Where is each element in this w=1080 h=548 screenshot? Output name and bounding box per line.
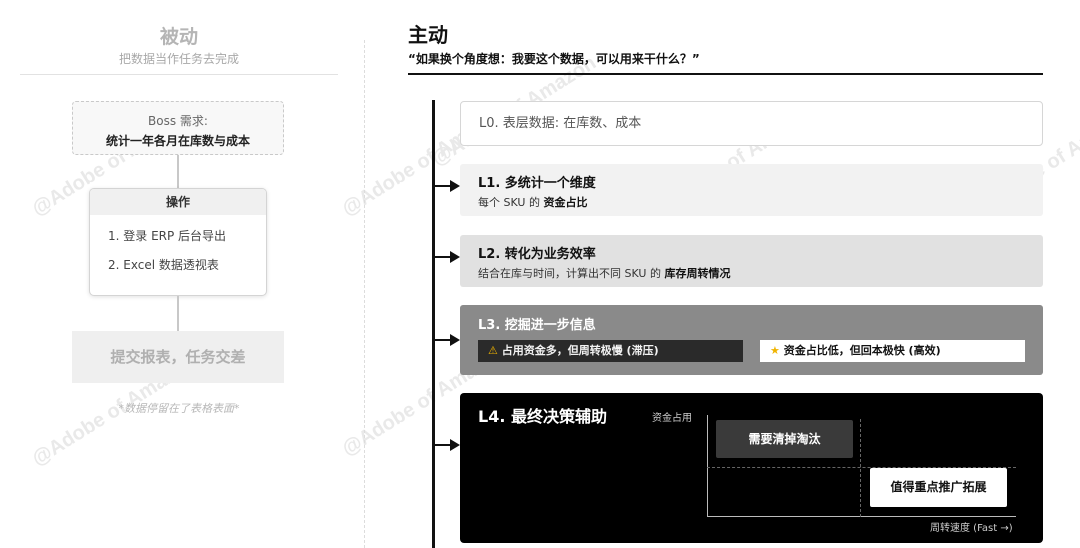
level-3-box: L3. 挖掘进一步信息 ⚠ 占用资金多，但周转极慢 (滞压) ★ 资金占比低，但… [460, 305, 1043, 375]
level-2-highlight: 库存周转情况 [664, 267, 731, 280]
passive-subtitle: 把数据当作任务去完成 [118, 52, 239, 66]
level-0-box: L0. 表层数据: 在库数、成本 [460, 101, 1043, 146]
boss-request-label: Boss 需求: [148, 114, 208, 128]
level-2-desc: 结合在库与时间，计算出不同 SKU 的 库存周转情况 [478, 267, 731, 280]
stagnant-tag-label: 占用资金多，但周转极慢 (滞压) [501, 344, 659, 357]
efficient-tag-label: 资金占比低，但回本极快 (高效) [783, 344, 941, 357]
level-connector [434, 339, 450, 341]
level-spine [432, 100, 435, 548]
stagnant-tag: ⚠ 占用资金多，但周转极慢 (滞压) [478, 340, 743, 362]
arrow-right-icon [450, 334, 460, 346]
operation-step: 2. Excel 数据透视表 [108, 258, 219, 272]
passive-title: 被动 [159, 26, 198, 48]
quadrant-eliminate: 需要清掉淘汰 [716, 420, 853, 458]
y-axis [707, 415, 708, 517]
level-1-desc: 每个 SKU 的 资金占比 [478, 196, 588, 209]
level-1-title: L1. 多统计一个维度 [478, 176, 596, 191]
boss-request-text: 统计一年各月在库数与成本 [105, 134, 250, 148]
quadrant-promote: 值得重点推广拓展 [870, 468, 1007, 507]
x-axis [707, 516, 1016, 517]
passive-note: *数据停留在了表格表面* [118, 402, 240, 415]
level-connector [434, 444, 450, 446]
operation-header: 操作 [90, 189, 266, 215]
level-4-title: L4. 最终决策辅助 [478, 407, 607, 426]
quadrant-divider-vertical [860, 419, 861, 517]
warning-icon: ⚠ [488, 344, 498, 357]
active-quote: “如果换个角度想：我要这个数据，可以用来干什么？” [408, 52, 700, 66]
operation-step: 1. 登录 ERP 后台导出 [108, 229, 227, 243]
level-3-title: L3. 挖掘进一步信息 [478, 318, 596, 333]
boss-request-box: Boss 需求: 统计一年各月在库数与成本 [72, 101, 284, 155]
efficient-tag: ★ 资金占比低，但回本极快 (高效) [760, 340, 1025, 362]
arrow-right-icon [450, 180, 460, 192]
panel-divider [364, 40, 365, 548]
level-connector [434, 185, 450, 187]
flow-connector [177, 296, 179, 331]
y-axis-label: 资金占用 [652, 413, 692, 424]
passive-rule [20, 74, 338, 75]
submit-report-box: 提交报表，任务交差 [72, 331, 284, 383]
level-2-box: L2. 转化为业务效率 结合在库与时间，计算出不同 SKU 的 库存周转情况 [460, 235, 1043, 287]
star-icon: ★ [770, 344, 780, 357]
level-4-box: L4. 最终决策辅助 资金占用 需要清掉淘汰 值得重点推广拓展 周转速度 (Fa… [460, 393, 1043, 543]
arrow-right-icon [450, 251, 460, 263]
level-1-box: L1. 多统计一个维度 每个 SKU 的 资金占比 [460, 164, 1043, 216]
active-rule [408, 73, 1043, 75]
flow-connector [177, 155, 179, 188]
level-connector [434, 256, 450, 258]
level-2-title: L2. 转化为业务效率 [478, 247, 596, 262]
level-1-highlight: 资金占比 [543, 196, 588, 209]
x-axis-label: 周转速度 (Fast →) [930, 523, 1013, 534]
arrow-right-icon [450, 439, 460, 451]
operation-box: 操作 1. 登录 ERP 后台导出 2. Excel 数据透视表 [89, 188, 267, 296]
active-title: 主动 [408, 23, 448, 47]
